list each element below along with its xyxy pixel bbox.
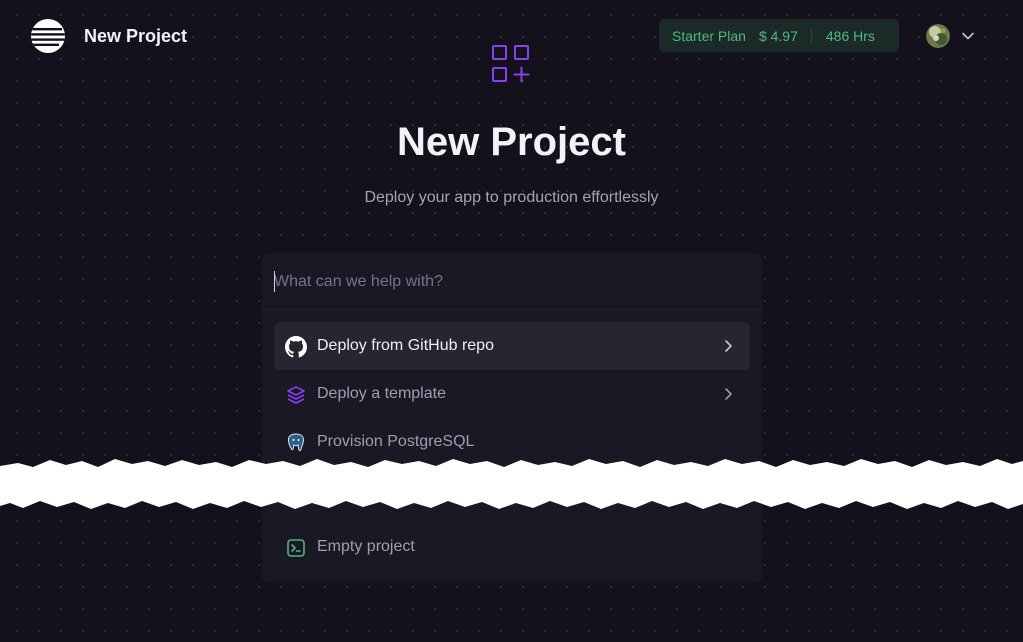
account-menu-chevron-down-icon[interactable] (960, 28, 976, 44)
terminal-icon (285, 537, 307, 557)
search-box (262, 253, 762, 310)
text-caret (274, 271, 275, 292)
option-label: Provision PostgreSQL (317, 433, 475, 450)
page-subtitle: Deploy your app to production effortless… (364, 189, 659, 206)
option-label: Deploy from GitHub repo (317, 337, 494, 354)
option-deploy-github[interactable]: Deploy from GitHub repo (274, 322, 750, 370)
option-deploy-template[interactable]: Deploy a template (274, 370, 750, 418)
plan-hours: 486 Hrs (825, 27, 875, 44)
search-input[interactable] (274, 269, 744, 295)
chevron-right-icon (720, 386, 736, 402)
page-title: New Project (397, 120, 626, 164)
layers-icon (285, 384, 307, 404)
plan-cost: $ 4.97 (758, 27, 798, 44)
grid-plus-icon (490, 43, 534, 85)
option-label: Deploy a template (317, 385, 446, 402)
plan-name: Starter Plan (672, 27, 746, 44)
option-empty-project[interactable]: Empty project (274, 523, 750, 571)
user-avatar[interactable] (926, 24, 950, 48)
torn-edge-overlay (0, 459, 1023, 509)
github-icon (285, 336, 307, 358)
chevron-right-icon (720, 338, 736, 354)
new-project-panel: Deploy from GitHub repo Deploy a templat… (262, 253, 762, 583)
plan-usage-badge[interactable]: Starter Plan $ 4.97 486 Hrs (659, 19, 899, 52)
option-label: Empty project (317, 538, 415, 555)
project-title[interactable]: New Project (84, 26, 187, 47)
postgresql-icon (285, 432, 307, 452)
railway-logo-icon[interactable] (31, 19, 65, 53)
